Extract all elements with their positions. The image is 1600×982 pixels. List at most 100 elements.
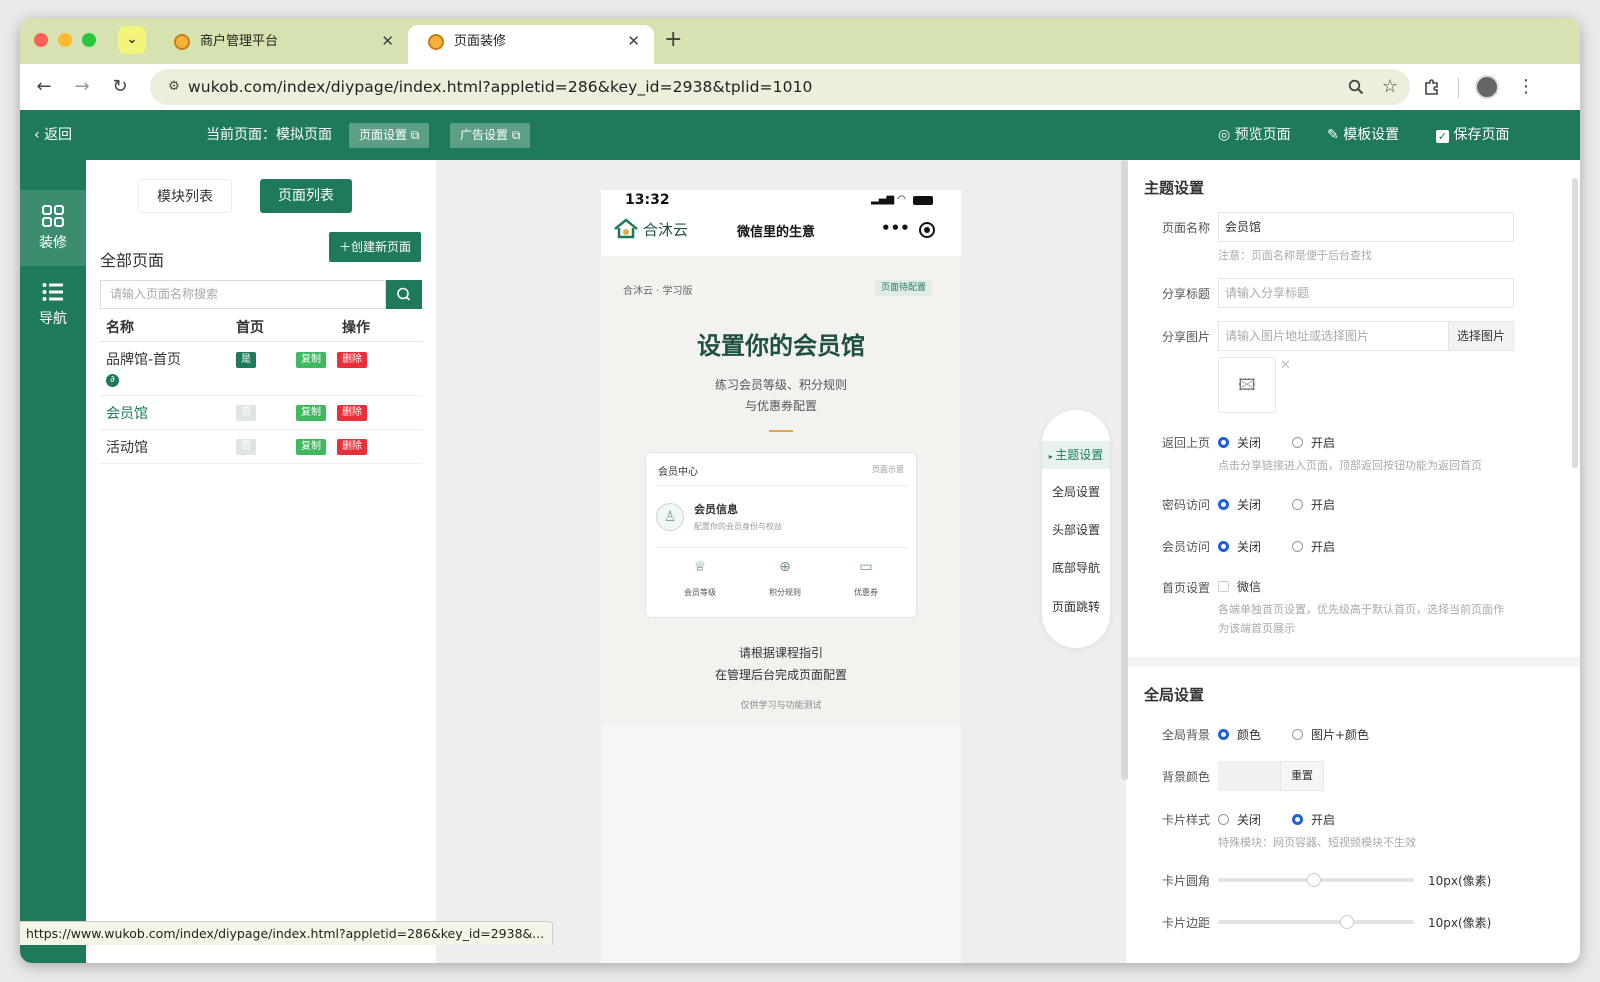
copy-button[interactable]: 复制 <box>296 405 326 421</box>
url-text[interactable]: wukob.com/index/diypage/index.html?apple… <box>188 69 813 105</box>
tab-search-icon[interactable]: ⌄ <box>118 26 146 54</box>
profile-avatar[interactable] <box>1475 75 1499 99</box>
home-wechat-checkbox[interactable]: 微信 <box>1218 578 1261 595</box>
new-tab-button[interactable]: + <box>664 27 682 53</box>
delete-button[interactable]: 删除 <box>337 405 367 421</box>
sidemenu-global[interactable]: 全局设置 <box>1042 483 1110 500</box>
card-on-radio[interactable]: 开启 <box>1292 811 1335 828</box>
phone-slogan: 微信里的生意 <box>737 225 816 240</box>
sidemenu-page-jump[interactable]: 页面跳转 <box>1042 598 1110 615</box>
forward-arrow-icon[interactable]: → <box>68 73 96 101</box>
user-icon: ♙ <box>656 503 684 531</box>
current-page-label: 当前页面：模拟页面 <box>206 127 332 143</box>
browser-toolbar: ← → ↻ ⚙ wukob.com/index/diypage/index.ht… <box>20 64 1580 110</box>
home-badge[interactable]: 否 <box>236 439 256 455</box>
search-button[interactable] <box>386 280 422 309</box>
site-info-icon[interactable]: ⚙ <box>160 73 188 101</box>
share-title-input[interactable]: 请输入分享标题 <box>1218 278 1514 308</box>
more-icon[interactable]: ••• <box>881 219 910 237</box>
delete-button[interactable]: 删除 <box>337 439 367 455</box>
ad-settings-button[interactable]: 广告设置 ⧉ <box>450 123 531 148</box>
check-icon: ✓ <box>1436 130 1449 143</box>
slider-knob[interactable] <box>1339 915 1354 929</box>
note-text: 仅供学习与功能测试 <box>740 701 822 711</box>
grid-icon <box>42 205 64 227</box>
zoom-icon[interactable] <box>1342 73 1370 101</box>
address-bar[interactable]: ⚙ wukob.com/index/diypage/index.html?app… <box>150 69 1410 105</box>
back-link[interactable]: ‹ 返回 <box>34 110 72 160</box>
radio-label: 关闭 <box>1237 498 1262 512</box>
bookmark-star-icon[interactable]: ☆ <box>1376 73 1404 101</box>
bg-color-radio[interactable]: 颜色 <box>1218 726 1261 743</box>
save-page-button[interactable]: ✓ 保存页面 <box>1436 110 1509 160</box>
back-on-radio[interactable]: 开启 <box>1292 434 1335 451</box>
info-sub: 配置你的会员身份与权益 <box>694 522 782 531</box>
table-row: 活动馆 否 复制 删除 <box>100 430 422 464</box>
maximize-window-button[interactable] <box>82 33 96 47</box>
radio-label: 关闭 <box>1237 436 1262 450</box>
share-title-label: 分享标题 <box>1161 287 1210 301</box>
template-settings-label: 模板设置 <box>1343 127 1400 143</box>
close-tab-icon[interactable]: ✕ <box>381 25 394 58</box>
page-name[interactable]: 会员馆 <box>106 403 148 423</box>
page-name-input[interactable]: 会员馆 <box>1218 212 1514 242</box>
home-badge[interactable]: 否 <box>236 405 256 421</box>
tab-module-list[interactable]: 模块列表 <box>138 179 232 213</box>
reload-icon[interactable]: ↻ <box>106 73 134 101</box>
back-arrow-icon[interactable]: ← <box>30 73 58 101</box>
list-icon <box>42 283 63 301</box>
home-badge[interactable]: 是 <box>236 352 256 368</box>
back-off-radio[interactable]: 关闭 <box>1218 434 1261 451</box>
remove-image-icon[interactable]: ✕ <box>1280 358 1291 373</box>
page-name[interactable]: 品牌馆-首页 <box>106 349 181 369</box>
radius-value: 10px(像素) <box>1428 874 1492 888</box>
pwd-on-radio[interactable]: 开启 <box>1292 496 1335 513</box>
close-window-button[interactable] <box>34 33 48 47</box>
minimize-window-button[interactable] <box>58 33 72 47</box>
tab-page-decoration[interactable]: 页面装修 ✕ <box>408 25 654 64</box>
margin-slider[interactable] <box>1218 915 1414 929</box>
page-settings-button[interactable]: 页面设置 ⧉ <box>349 123 430 148</box>
card-icon-label: 会员等级 <box>684 588 716 597</box>
browser-menu-icon[interactable]: ⋮ <box>1516 73 1536 101</box>
sidemenu-footer-nav[interactable]: 底部导航 <box>1042 559 1110 576</box>
page-search-input[interactable]: 请输入页面名称搜索 <box>100 280 386 309</box>
share-image-input[interactable]: 请输入图片地址或选择图片 <box>1218 321 1449 351</box>
back-label: 返回上页 <box>1161 436 1210 450</box>
sidebar-item-decorate[interactable]: 装修 <box>20 190 86 266</box>
capsule-close-icon[interactable] <box>919 222 935 238</box>
image-placeholder-icon[interactable]: 🖾 <box>1218 357 1276 413</box>
tab-page-list[interactable]: 页面列表 <box>260 179 352 213</box>
panel-scrollbar[interactable] <box>1572 178 1578 468</box>
sidebar-item-navigation[interactable]: 导航 <box>20 266 86 342</box>
sidebar-item-label: 装修 <box>39 235 67 251</box>
create-page-button[interactable]: ＋创建新页面 <box>329 232 421 262</box>
radius-slider[interactable] <box>1218 873 1414 887</box>
card-off-radio[interactable]: 关闭 <box>1218 811 1261 828</box>
info-title: 会员信息 <box>694 503 738 516</box>
copy-button[interactable]: 复制 <box>296 352 326 368</box>
reset-color-button[interactable]: 重置 <box>1280 761 1324 791</box>
bg-image-color-radio[interactable]: 图片+颜色 <box>1292 726 1369 743</box>
member-card: 会员中心 页面示意 ♙ 会员信息 配置你的会员身份与权益 ♕ ⊕ ▭ 会员等级 … <box>645 452 917 618</box>
delete-button[interactable]: 删除 <box>337 352 367 368</box>
sidemenu-header[interactable]: 头部设置 <box>1042 521 1110 538</box>
back-hint: 点击分享链接进入页面，顶部返回按钮功能为返回首页 <box>1218 459 1482 472</box>
color-swatch[interactable] <box>1218 761 1280 791</box>
tab-merchant-platform[interactable]: 商户管理平台 ✕ <box>154 25 408 64</box>
member-off-radio[interactable]: 关闭 <box>1218 538 1261 555</box>
template-settings-button[interactable]: ✎ 模板设置 <box>1327 110 1399 160</box>
sidemenu-theme[interactable]: ▸ 主题设置 <box>1042 441 1110 469</box>
global-settings-title: 全局设置 <box>1144 686 1205 704</box>
page-list-panel: 模块列表 页面列表 全部页面 ＋创建新页面 请输入页面名称搜索 名称 首页 操作… <box>86 160 436 963</box>
tab-title: 商户管理平台 <box>200 34 279 49</box>
choose-image-button[interactable]: 选择图片 <box>1448 321 1514 351</box>
pwd-off-radio[interactable]: 关闭 <box>1218 496 1261 513</box>
page-name[interactable]: 活动馆 <box>106 437 148 457</box>
slider-knob[interactable] <box>1307 873 1322 887</box>
copy-button[interactable]: 复制 <box>296 439 326 455</box>
extensions-icon[interactable] <box>1418 73 1446 101</box>
preview-button[interactable]: ◎ 预览页面 <box>1218 110 1291 160</box>
close-tab-icon[interactable]: ✕ <box>627 25 640 58</box>
member-on-radio[interactable]: 开启 <box>1292 538 1335 555</box>
